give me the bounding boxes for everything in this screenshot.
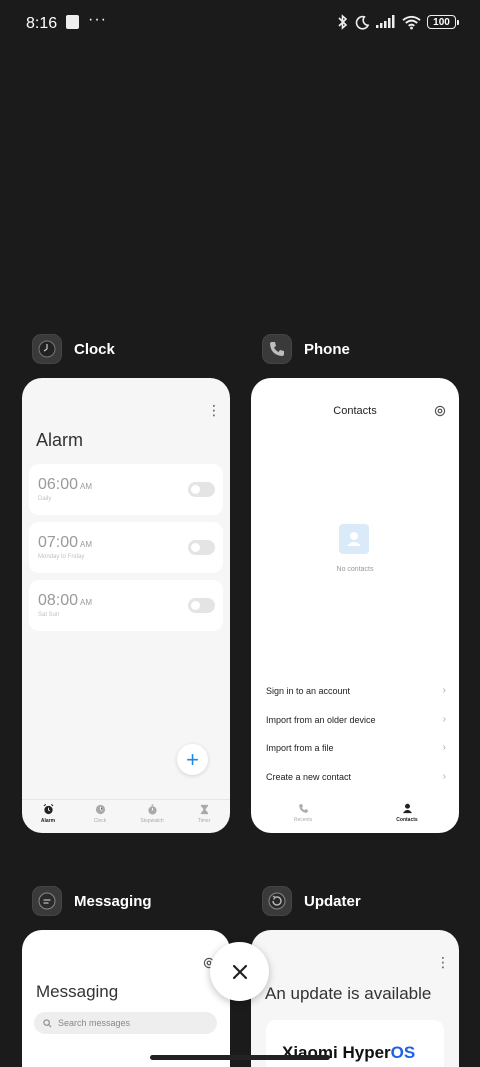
hyperos-logo: Xiaomi HyperOS [282,1043,416,1062]
person-icon [402,803,412,814]
tab-label: Clock [93,818,107,824]
clock-app-card[interactable]: ⋮ Alarm 06:00 AM Daily 07:00 AM Monday to … [22,378,230,833]
clock-bottom-nav: Alarm Clock Stopwatch Timer [22,799,230,833]
clear-all-button[interactable] [210,942,269,1001]
more-options-icon[interactable]: ⋮ [207,402,221,419]
alarm-repeat: Monday to Friday [38,554,85,560]
app-name-clock: Clock [74,340,115,358]
bluetooth-icon [338,14,348,30]
tab-stopwatch[interactable]: Stopwatch [126,800,178,833]
contacts-title: Contacts [333,405,377,417]
alarm-item[interactable]: 07:00 AM Monday to Friday [29,522,223,573]
tab-contacts[interactable]: Contacts [355,799,459,833]
battery-icon: 100 [427,15,459,29]
alarm-item[interactable]: 06:00 AM Daily [29,464,223,515]
home-indicator[interactable] [150,1055,330,1060]
alarm-toggle[interactable] [188,598,215,613]
status-bar: 8:16 ··· 100 [0,0,480,46]
messaging-app-card[interactable]: Messaging Search messages [22,930,230,1067]
alarm-item[interactable]: 08:00 AM Sat Sun [29,580,223,631]
tab-label: Alarm [40,818,56,824]
empty-contacts-icon [339,524,369,554]
clock-app-icon [32,334,62,364]
add-alarm-button[interactable]: + [177,744,208,775]
alarm-time: 07:00 AM [38,534,93,551]
app-header-messaging[interactable]: Messaging [32,886,152,916]
signal-icon [376,15,395,28]
stopwatch-icon [147,804,157,815]
alarm-time: 08:00 AM [38,592,93,609]
alarm-repeat: Sat Sun [38,612,60,618]
tab-label: Contacts [396,817,418,823]
no-contacts-text: No contacts [336,566,374,573]
import-older-device-option[interactable]: Import from an older device › [266,714,446,725]
phone-bottom-nav: Recents Contacts [251,799,459,833]
tab-recents[interactable]: Recents [251,799,355,833]
sign-in-option[interactable]: Sign in to an account › [266,685,446,696]
chevron-right-icon: › [442,771,446,782]
battery-level: 100 [433,17,450,28]
app-header-updater[interactable]: Updater [262,886,361,916]
search-messages-input[interactable]: Search messages [34,1012,217,1034]
app-name-phone: Phone [304,340,350,358]
clock-icon [95,804,105,815]
chevron-right-icon: › [442,742,446,753]
tab-label: Recents [293,817,313,823]
hourglass-icon [200,804,208,815]
notification-icon [66,15,79,29]
app-name-updater: Updater [304,892,361,910]
status-icons: 100 [337,14,459,30]
import-file-option[interactable]: Import from a file › [266,742,446,753]
alarm-icon [43,804,53,815]
app-header-phone[interactable]: Phone [262,334,350,364]
search-icon [43,1018,52,1027]
chevron-right-icon: › [442,685,446,696]
app-header-clock[interactable]: Clock [32,334,115,364]
tab-timer[interactable]: Timer [178,800,230,833]
settings-gear-icon[interactable] [434,405,446,417]
create-contact-option[interactable]: Create a new contact › [266,771,446,782]
tab-alarm[interactable]: Alarm [22,800,74,833]
tab-clock[interactable]: Clock [74,800,126,833]
phone-app-icon [262,334,292,364]
alarm-time: 06:00 AM [38,476,93,493]
phone-app-card[interactable]: Contacts No contacts Sign in to an accou… [251,378,459,833]
updater-app-icon [262,886,292,916]
more-options-icon[interactable]: ⋮ [436,954,450,971]
alarm-repeat: Daily [38,496,52,502]
phone-icon [298,804,308,813]
more-notifications-icon: ··· [88,11,107,28]
app-name-messaging: Messaging [74,892,152,910]
search-placeholder: Search messages [58,1018,131,1028]
close-icon [232,964,247,979]
messaging-title: Messaging [36,982,119,1001]
alarm-toggle[interactable] [188,540,215,555]
chevron-right-icon: › [442,714,446,725]
tab-label: Stopwatch [140,818,164,824]
updater-app-card[interactable]: ⋮ An update is available Xiaomi HyperOS [251,930,459,1067]
status-time: 8:16 [26,15,58,32]
update-available-title: An update is available [265,984,432,1003]
alarm-toggle[interactable] [188,482,215,497]
messaging-app-icon [32,886,62,916]
wifi-icon [402,15,421,29]
alarm-title: Alarm [36,430,84,450]
do-not-disturb-moon-icon [355,15,370,30]
tab-label: Timer [197,818,211,824]
